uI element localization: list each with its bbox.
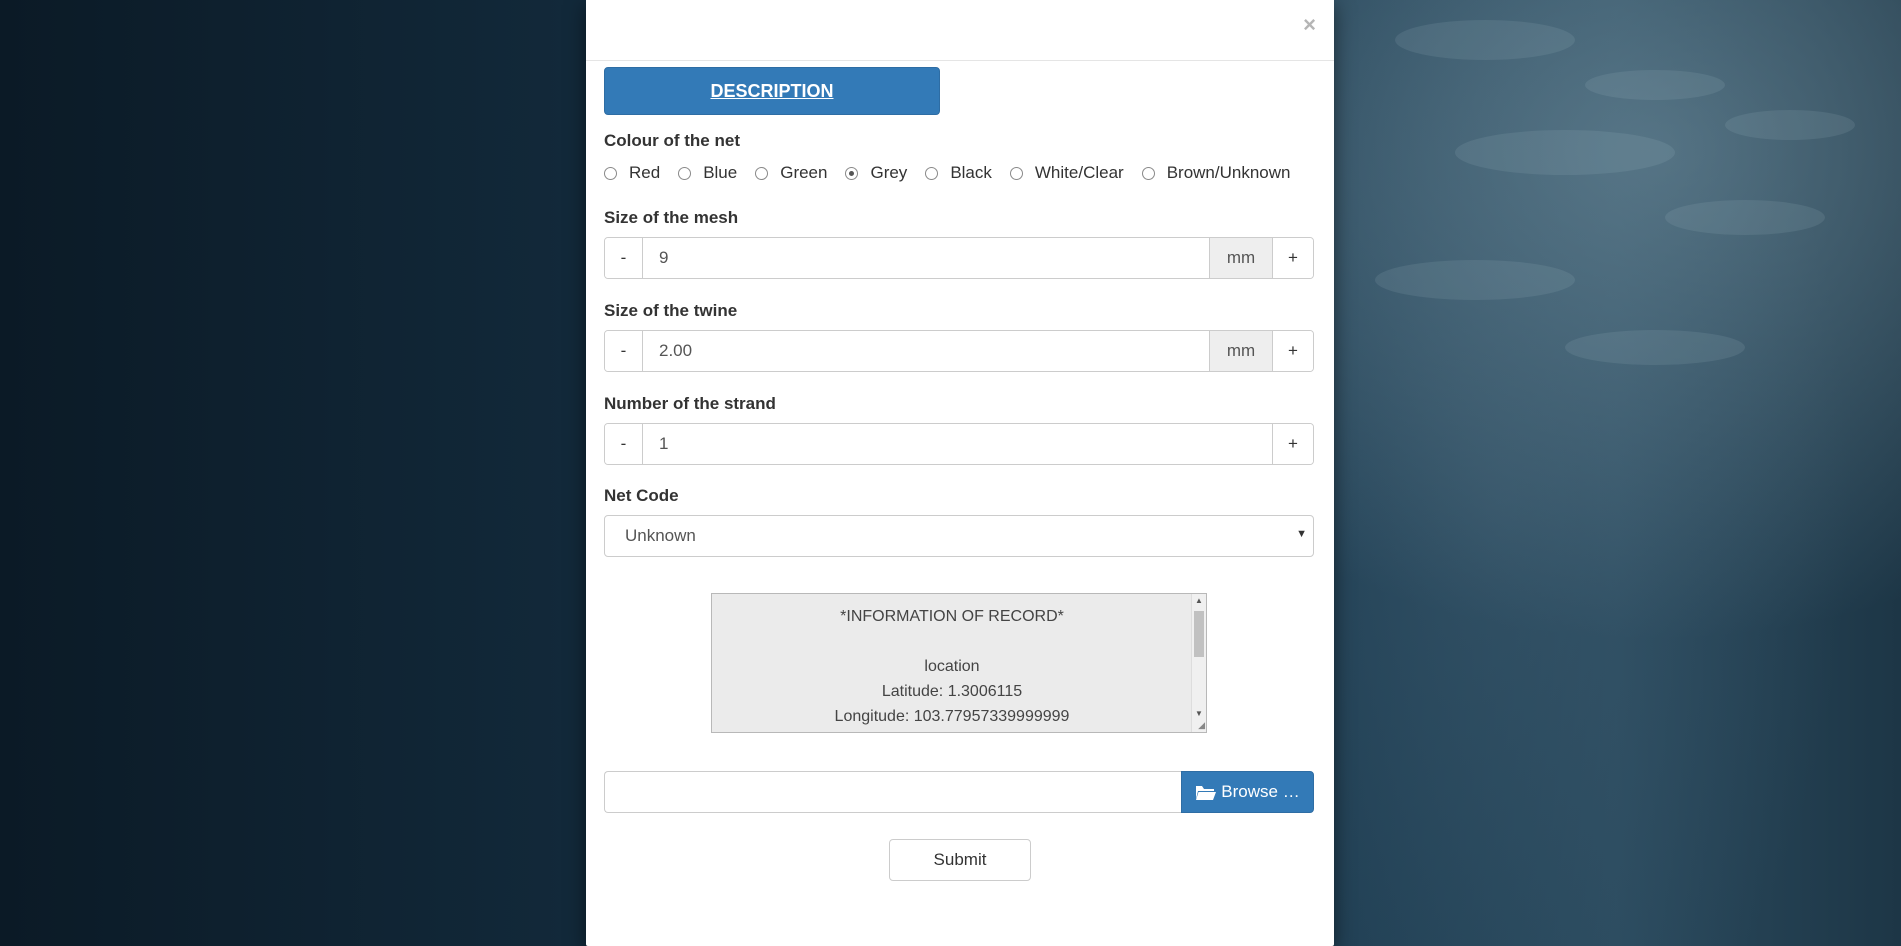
record-line: Longitude: 103.77957339999999 xyxy=(834,708,1070,725)
radio-circle[interactable] xyxy=(925,166,939,180)
radio-label: Blue xyxy=(703,163,738,182)
mesh-decrement-button[interactable]: - xyxy=(605,238,643,278)
colour-radio-grey[interactable]: Grey xyxy=(845,163,907,183)
colour-radio-group: Red Blue Green Grey Black White/Clear Brown/Un… xyxy=(604,163,1308,183)
background-light-ripples xyxy=(1335,0,1901,946)
strand-number-label: Number of the strand xyxy=(604,394,776,413)
twine-size-label: Size of the twine xyxy=(604,301,738,320)
mesh-unit-addon: mm xyxy=(1209,238,1272,278)
net-code-select[interactable]: Unknown ▼ xyxy=(604,515,1314,557)
radio-label: White/Clear xyxy=(1034,163,1124,182)
record-line xyxy=(712,629,1192,654)
record-info-lines: *INFORMATION OF RECORD* location Latitude:… xyxy=(712,594,1206,732)
chevron-down-icon: ▼ xyxy=(1296,528,1307,540)
folder-open-icon xyxy=(1196,785,1217,800)
record-line: Latitude: 1.3006115 xyxy=(881,683,1023,700)
twine-increment-button[interactable]: + xyxy=(1272,331,1313,371)
browse-button[interactable]: Browse … xyxy=(1181,771,1314,813)
radio-label: Grey xyxy=(870,163,908,182)
colour-radio-red[interactable]: Red xyxy=(604,163,660,183)
twine-size-input[interactable]: 2.00 xyxy=(643,331,1209,371)
mesh-size-stepper: - 9 mm + xyxy=(604,237,1314,279)
modal-dialog: × DESCRIPTION Colour of the net Red Blue G… xyxy=(586,0,1334,946)
radio-label: Brown/Unknown xyxy=(1166,163,1291,182)
colour-radio-black[interactable]: Black xyxy=(925,163,992,183)
colour-radio-white-clear[interactable]: White/Clear xyxy=(1009,163,1124,183)
scrollbar-thumb[interactable] xyxy=(1194,611,1204,657)
radio-circle[interactable] xyxy=(845,166,859,180)
radio-circle[interactable] xyxy=(678,166,692,180)
description-button[interactable]: DESCRIPTION xyxy=(604,67,940,115)
file-upload-group: Browse … xyxy=(604,771,1314,813)
radio-circle[interactable] xyxy=(755,166,769,180)
strand-number-input[interactable]: 1 xyxy=(643,424,1272,464)
radio-circle[interactable] xyxy=(604,166,617,180)
scroll-down-arrow-icon[interactable]: ▼ xyxy=(1195,709,1203,718)
record-info-textarea[interactable]: *INFORMATION OF RECORD* location Latitude:… xyxy=(711,593,1207,733)
colour-radio-blue[interactable]: Blue xyxy=(678,163,737,183)
net-code-selected-value: Unknown xyxy=(625,526,696,545)
radio-label: Black xyxy=(950,163,992,182)
modal-header: × xyxy=(586,0,1334,61)
twine-decrement-button[interactable]: - xyxy=(605,331,643,371)
record-line: Address: Singapore, Singapore xyxy=(712,729,1192,732)
twine-unit-addon: mm xyxy=(1209,331,1272,371)
record-line: *INFORMATION OF RECORD* xyxy=(840,608,1064,625)
close-button[interactable]: × xyxy=(1303,14,1316,36)
scroll-up-arrow-icon[interactable]: ▲ xyxy=(1195,596,1203,605)
radio-circle[interactable] xyxy=(1141,166,1155,180)
submit-button[interactable]: Submit xyxy=(889,839,1031,881)
record-line: location xyxy=(924,658,980,675)
strand-increment-button[interactable]: + xyxy=(1272,424,1313,464)
mesh-increment-button[interactable]: + xyxy=(1272,238,1313,278)
radio-label: Green xyxy=(780,163,828,182)
colour-label: Colour of the net xyxy=(604,131,740,150)
resize-handle-icon[interactable]: ◢ xyxy=(1198,720,1205,731)
radio-circle[interactable] xyxy=(1009,166,1023,180)
twine-size-stepper: - 2.00 mm + xyxy=(604,330,1314,372)
strand-decrement-button[interactable]: - xyxy=(605,424,643,464)
file-path-input[interactable] xyxy=(604,771,1181,813)
mesh-size-label: Size of the mesh xyxy=(604,208,739,227)
net-code-label: Net Code xyxy=(604,486,679,505)
record-scrollbar[interactable]: ▲ ▼ xyxy=(1191,594,1206,732)
strand-number-stepper: - 1 + xyxy=(604,423,1314,465)
radio-label: Red xyxy=(629,163,661,182)
mesh-size-input[interactable]: 9 xyxy=(643,238,1209,278)
browse-button-label: Browse … xyxy=(1221,782,1300,801)
colour-radio-brown-unknown[interactable]: Brown/Unknown xyxy=(1141,163,1291,183)
colour-radio-green[interactable]: Green xyxy=(755,163,827,183)
